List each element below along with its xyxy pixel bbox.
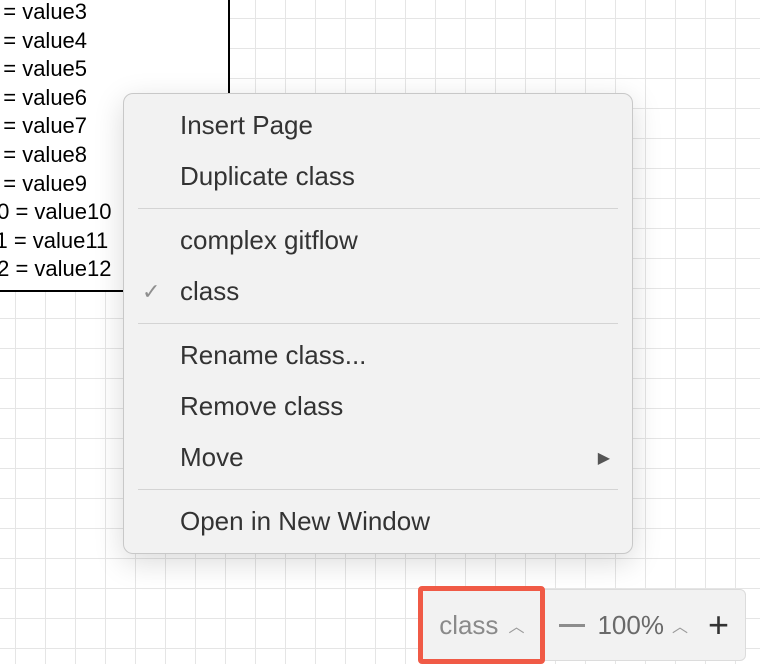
bottom-toolbar: class ︿ 100% ︿ + <box>422 589 746 661</box>
menu-label: Duplicate class <box>180 161 355 192</box>
page-selector-button[interactable]: class ︿ <box>418 586 545 664</box>
zoom-in-button[interactable]: + <box>702 607 735 643</box>
chevron-up-icon: ︿ <box>508 613 524 637</box>
page-context-menu: Insert Page Duplicate class complex gitf… <box>123 93 633 554</box>
check-icon: ✓ <box>142 279 160 305</box>
menu-page-class[interactable]: ✓ class <box>124 266 632 317</box>
field-line: l4 = value4 <box>0 27 220 56</box>
menu-page-complex-gitflow[interactable]: complex gitflow <box>124 215 632 266</box>
menu-separator <box>138 323 618 324</box>
chevron-up-icon[interactable]: ︿ <box>672 613 688 637</box>
menu-label: class <box>180 276 239 307</box>
menu-label: Move <box>180 442 244 473</box>
menu-label: Open in New Window <box>180 506 430 537</box>
menu-label: Insert Page <box>180 110 313 141</box>
menu-move[interactable]: Move ▶ <box>124 432 632 483</box>
menu-separator <box>138 489 618 490</box>
menu-remove-class[interactable]: Remove class <box>124 381 632 432</box>
menu-insert-page[interactable]: Insert Page <box>124 100 632 151</box>
menu-label: Remove class <box>180 391 343 422</box>
zoom-level-label[interactable]: 100% <box>597 610 664 641</box>
menu-label: Rename class... <box>180 340 366 371</box>
menu-duplicate-class[interactable]: Duplicate class <box>124 151 632 202</box>
menu-label: complex gitflow <box>180 225 358 256</box>
field-line: l5 = value5 <box>0 55 220 84</box>
field-line: l3 = value3 <box>0 0 220 27</box>
chevron-right-icon: ▶ <box>598 448 610 468</box>
page-selector-label: class <box>439 610 498 641</box>
menu-rename-class[interactable]: Rename class... <box>124 330 632 381</box>
toolbar-separator <box>559 624 585 627</box>
menu-separator <box>138 208 618 209</box>
menu-open-new-window[interactable]: Open in New Window <box>124 496 632 547</box>
